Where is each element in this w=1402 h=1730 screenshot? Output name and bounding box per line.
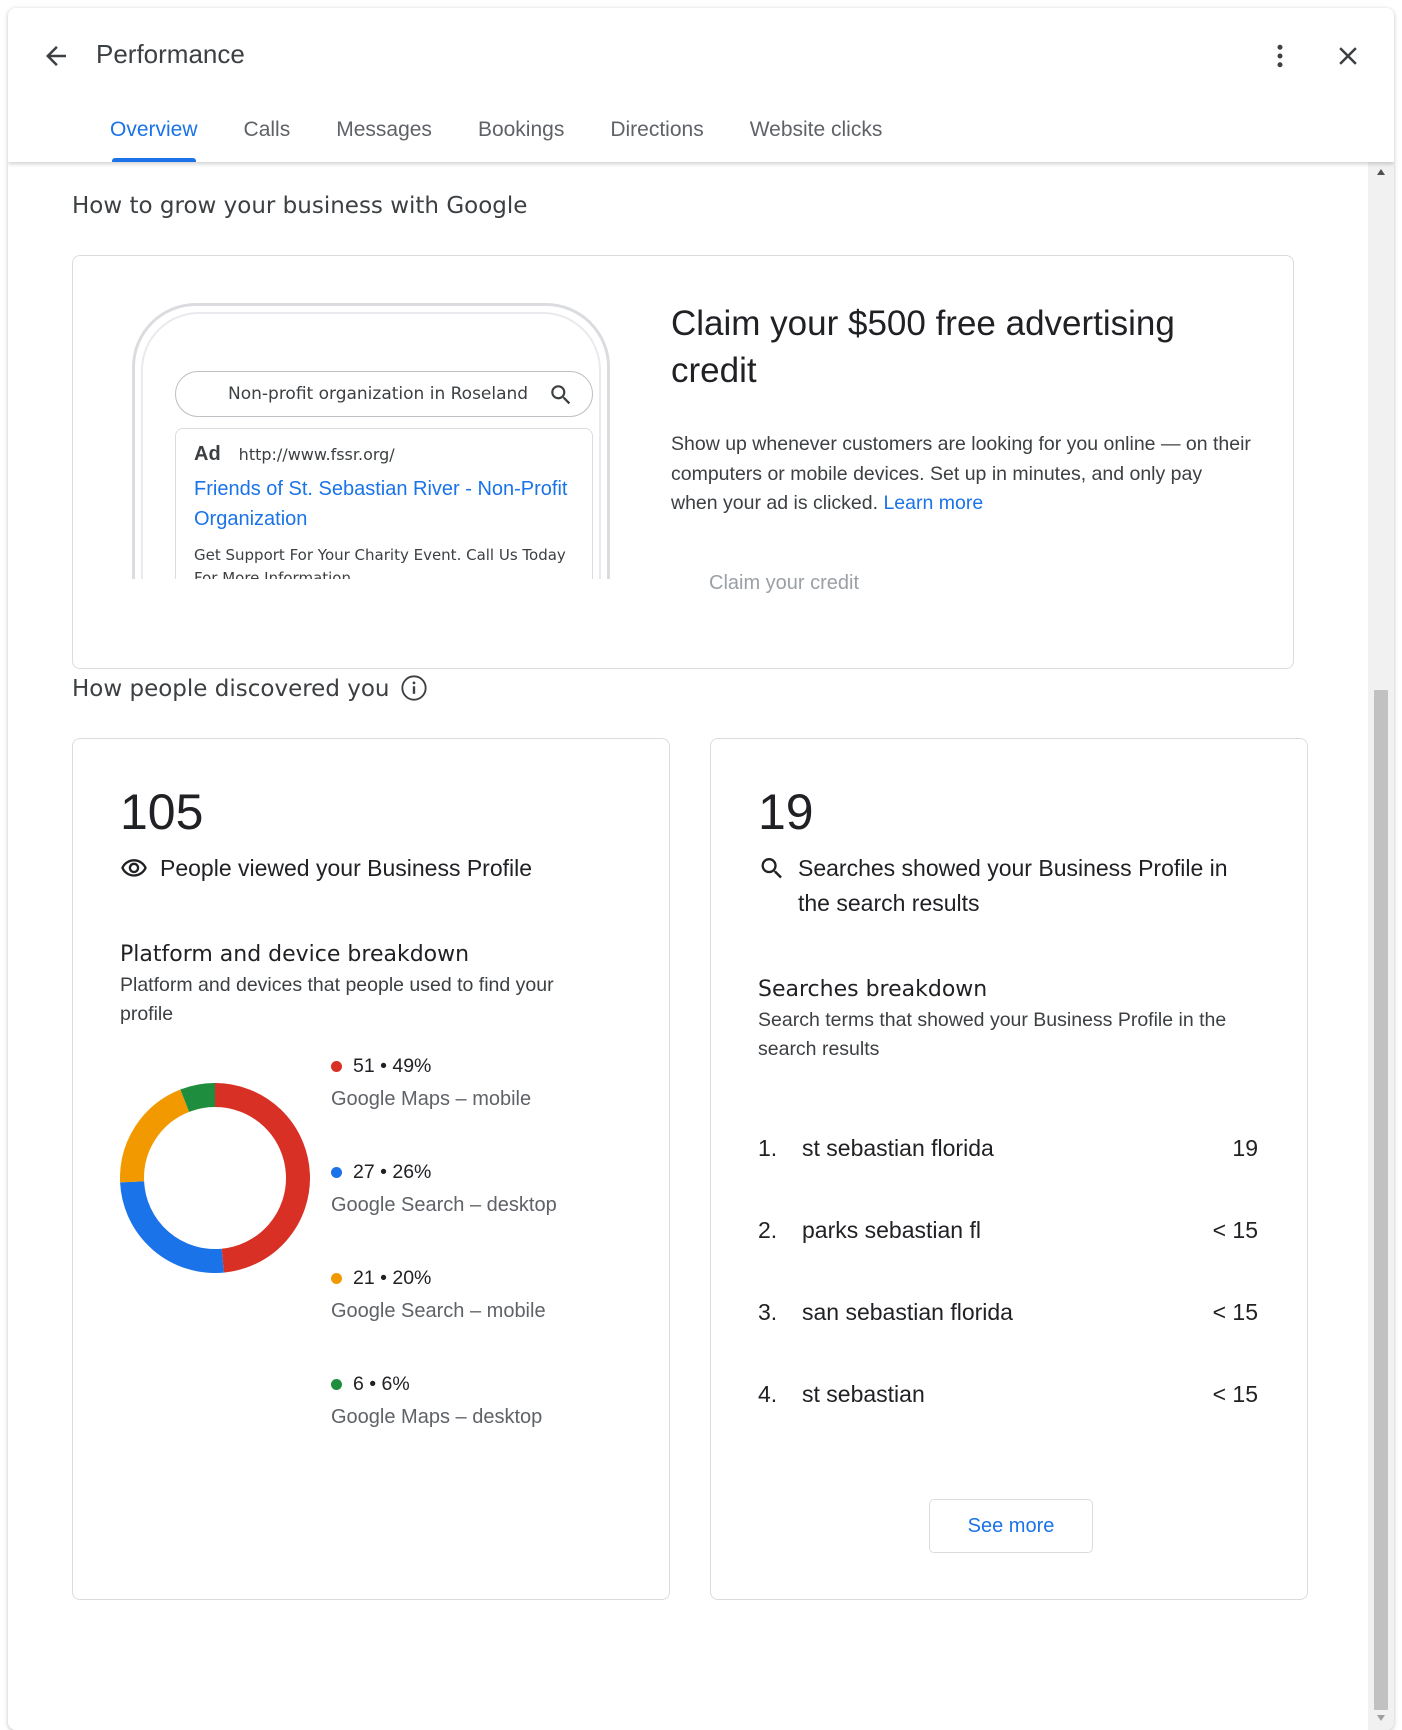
legend-item: 27 • 26% Google Search – desktop: [331, 1161, 557, 1217]
dialog-header: Performance Overview Calls Messages Book…: [8, 8, 1394, 162]
learn-more-link[interactable]: Learn more: [883, 492, 983, 514]
promo-heading: Claim your $500 free advertising credit: [671, 304, 1175, 390]
searches-card: 19 Searches showed your Business Profile…: [710, 738, 1308, 1600]
donut-segment-3: [120, 1089, 190, 1183]
legend-label: Google Search – mobile: [331, 1300, 546, 1322]
platform-breakdown-title: Platform and device breakdown: [120, 942, 470, 967]
search-term-row: 2. parks sebastian fl < 15: [758, 1217, 1258, 1243]
search-icon: [551, 385, 571, 405]
back-button[interactable]: [30, 30, 82, 82]
tab-messages[interactable]: Messages: [313, 104, 455, 162]
legend-value: 27 • 26%: [353, 1161, 432, 1183]
page-title: Performance: [96, 39, 245, 69]
donut-segment-2: [120, 1180, 224, 1273]
tab-overview[interactable]: Overview: [87, 104, 221, 162]
searches-count: 19: [758, 784, 814, 840]
tab-website-clicks[interactable]: Website clicks: [727, 104, 906, 162]
profile-views-card: 105 People viewed your Business Profile …: [72, 738, 670, 1600]
tab-bar: Overview Calls Messages Bookings Directi…: [87, 104, 905, 162]
advertising-credit-card: Non-profit organization in Roseland Ad h…: [72, 255, 1294, 669]
scrollbar[interactable]: [1368, 162, 1394, 1730]
performance-dialog: Performance Overview Calls Messages Book…: [8, 8, 1394, 1730]
views-label: People viewed your Business Profile: [160, 855, 533, 881]
tab-calls[interactable]: Calls: [221, 104, 314, 162]
phone-search-bar: Non-profit organization in Roseland: [175, 371, 593, 417]
see-more-button[interactable]: See more: [929, 1499, 1093, 1553]
ad-url: http://www.fssr.org/: [238, 445, 395, 464]
arrow-back-icon: [46, 46, 66, 66]
scroll-down-arrow[interactable]: [1368, 1714, 1394, 1728]
legend-item: 6 • 6% Google Maps – desktop: [331, 1373, 542, 1429]
donut-segment-1: [214, 1083, 310, 1273]
ad-description: Get Support For Your Charity Event. Call…: [194, 546, 566, 579]
legend-item: 21 • 20% Google Search – mobile: [331, 1267, 546, 1323]
scroll-content: How to grow your business with Google No…: [8, 162, 1368, 1730]
scroll-up-arrow[interactable]: [1368, 168, 1394, 182]
more-options-button[interactable]: [1258, 34, 1302, 78]
ad-title: Friends of St. Sebastian River - Non-Pro…: [194, 478, 568, 530]
legend-value: 21 • 20%: [353, 1267, 432, 1289]
legend-item: 51 • 49% Google Maps – mobile: [331, 1055, 531, 1111]
tab-bookings[interactable]: Bookings: [455, 104, 587, 162]
legend-dot: [331, 1379, 342, 1390]
claim-credit-button[interactable]: Claim your credit: [687, 564, 881, 603]
close-icon: [1339, 47, 1357, 65]
legend-value: 51 • 49%: [353, 1055, 432, 1077]
searches-breakdown-desc: Search terms that showed your Business P…: [758, 1009, 1227, 1060]
promo-body: Show up whenever customers are looking f…: [671, 430, 1251, 519]
info-icon[interactable]: [400, 674, 428, 702]
donut-segment-4: [180, 1083, 216, 1113]
discovered-section-title: How people discovered you: [72, 676, 390, 702]
search-term-row: 3. san sebastian florida < 15: [758, 1299, 1258, 1325]
ad-preview: Ad http://www.fssr.org/ Friends of St. S…: [175, 428, 593, 579]
legend-dot: [331, 1273, 342, 1284]
searches-label: Searches showed your Business Profile in…: [798, 855, 1228, 916]
legend-dot: [331, 1061, 342, 1072]
more-vert-icon: [1277, 44, 1283, 68]
searches-breakdown-title: Searches breakdown: [758, 977, 988, 1002]
ad-label: Ad: [194, 443, 221, 465]
legend-label: Google Search – desktop: [331, 1194, 557, 1216]
search-icon: [761, 858, 782, 879]
legend-value: 6 • 6%: [353, 1373, 410, 1395]
eye-icon: [121, 859, 147, 877]
phone-illustration: Non-profit organization in Roseland Ad h…: [132, 303, 610, 579]
grow-section-title: How to grow your business with Google: [72, 193, 528, 219]
legend-dot: [331, 1167, 342, 1178]
legend-label: Google Maps – mobile: [331, 1088, 532, 1110]
platform-breakdown-desc: Platform and devices that people used to…: [120, 974, 554, 1025]
tab-directions[interactable]: Directions: [587, 104, 726, 162]
search-term-row: 4. st sebastian < 15: [758, 1381, 1258, 1407]
views-count: 105: [120, 784, 204, 840]
scrollbar-thumb[interactable]: [1374, 690, 1388, 1710]
search-term-row: 1. st sebastian florida 19: [758, 1135, 1258, 1161]
platform-donut-chart: [120, 1083, 310, 1273]
close-button[interactable]: [1326, 34, 1370, 78]
legend-label: Google Maps – desktop: [331, 1406, 543, 1428]
phone-search-query: Non-profit organization in Roseland: [228, 384, 529, 404]
